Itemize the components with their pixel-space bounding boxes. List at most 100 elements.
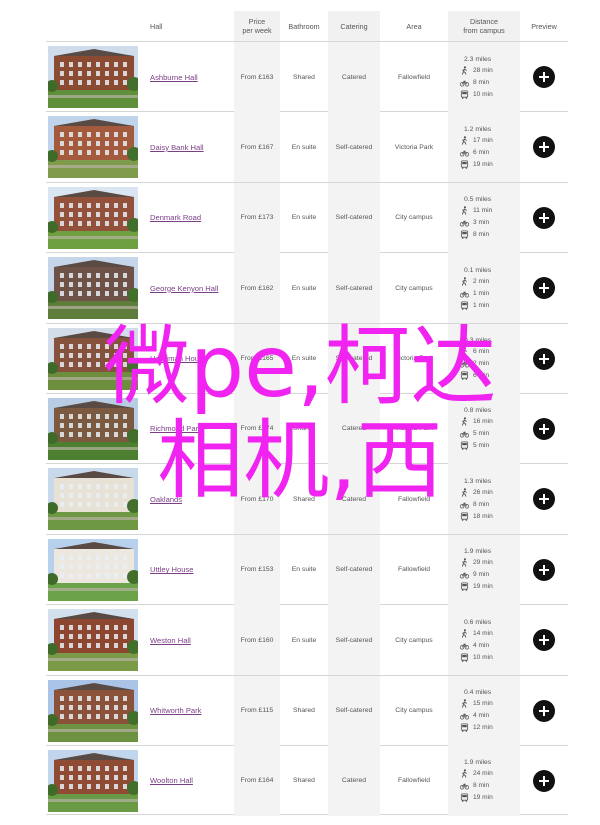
distance-cell: 0.3 miles 6 min 2 min 6 min — [448, 323, 520, 394]
bus-icon — [460, 653, 469, 662]
cycle-time-value: 9 min — [473, 571, 490, 579]
hall-name-link[interactable]: Weston Hall — [150, 636, 191, 645]
preview-plus-button[interactable] — [533, 136, 555, 159]
walk-time-value: 6 min — [473, 348, 490, 356]
area-cell: Fallowfield — [397, 495, 431, 503]
distance-miles: 0.1 miles — [464, 266, 492, 274]
preview-plus-button[interactable] — [533, 488, 555, 511]
price-cell: From £173 — [234, 182, 280, 253]
walk-time-value: 11 min — [473, 207, 493, 215]
walk-time-value: 2 min — [473, 277, 490, 285]
price-cell: From £174 — [234, 393, 280, 464]
distance-miles: 0.6 miles — [464, 618, 492, 626]
walk-time-value: 26 min — [473, 488, 493, 496]
preview-plus-button[interactable] — [533, 629, 555, 652]
area-cell: Fallowfield — [397, 566, 431, 574]
hall-photo-cell — [46, 253, 140, 323]
catering-cell: Self-catered — [328, 675, 380, 746]
bathroom-cell: Shared — [293, 73, 315, 81]
cycle-time-value: 2 min — [473, 360, 490, 368]
hall-name-cell: Daisy Bank Hall — [140, 112, 234, 182]
preview-plus-button[interactable] — [533, 347, 555, 370]
walk-icon — [461, 488, 467, 497]
price-cell: From £164 — [234, 745, 280, 816]
cycle-time: 9 min — [460, 570, 489, 579]
preview-plus-button[interactable] — [533, 206, 555, 229]
preview-plus-button[interactable] — [533, 417, 555, 440]
walk-icon — [461, 699, 467, 708]
walk-time: 11 min — [460, 206, 493, 216]
bicycle-icon — [460, 432, 469, 438]
distance-miles: 0.3 miles — [464, 337, 492, 345]
cycle-time-value: 4 min — [473, 712, 490, 720]
hall-photo — [48, 257, 138, 320]
bicycle-icon — [460, 361, 469, 368]
bus-icon — [460, 160, 469, 169]
cycle-time: 4 min — [460, 711, 489, 720]
walk-icon — [461, 628, 467, 638]
distance-cell: 1.9 miles 24 min 8 min 19 min — [448, 745, 520, 816]
bicycle-icon — [460, 502, 469, 509]
bicycle-icon — [460, 572, 469, 579]
hall-name-cell: Ashburne Hall — [140, 42, 234, 112]
bathroom-cell: Shared — [293, 777, 315, 785]
bicycle-icon — [460, 150, 469, 157]
walk-icon — [461, 65, 467, 75]
cycle-time-value: 8 min — [473, 782, 490, 790]
table-row: Weston Hall From £160 En suite Self-cate… — [46, 604, 568, 676]
hall-name-link[interactable]: Oaklands — [150, 495, 182, 504]
distance-cell: 0.1 miles 2 min 1 min 1 min — [448, 253, 520, 324]
area-cell: City campus — [395, 636, 433, 644]
walk-icon — [461, 276, 467, 286]
hall-name-link[interactable]: Uttley House — [150, 565, 193, 574]
bicycle-icon — [460, 220, 469, 227]
cycle-time: 4 min — [460, 641, 489, 650]
walk-time: 29 min — [460, 558, 493, 567]
bus-time-value: 19 min — [473, 583, 493, 591]
distance-miles: 1.9 miles — [464, 548, 492, 556]
preview-plus-button[interactable] — [533, 769, 555, 792]
hall-photo — [48, 116, 138, 179]
hall-photo — [48, 609, 138, 672]
hall-name-link[interactable]: George Kenyon Hall — [150, 284, 218, 293]
hall-name-link[interactable]: Richmond Park — [150, 424, 202, 433]
header-catering: Catering — [328, 11, 380, 41]
bus-icon — [460, 371, 469, 380]
area-cell: Victoria Park — [394, 425, 434, 433]
table-row: Uttley House From £153 En suite Self-cat… — [46, 533, 568, 605]
hall-photo-cell — [46, 324, 140, 394]
preview-plus-button[interactable] — [533, 66, 555, 88]
cycle-time-value: 6 min — [473, 148, 490, 156]
hall-name-cell: Horniman House — [140, 324, 234, 394]
hall-name-link[interactable]: Denmark Road — [150, 213, 201, 222]
hall-photo — [48, 679, 138, 742]
table-row: Oaklands From £170 Shared Catered Fallow… — [46, 463, 568, 535]
table-row: George Kenyon Hall From £162 En suite Se… — [46, 252, 568, 324]
hall-name-link[interactable]: Woolton Hall — [150, 776, 193, 785]
hall-name-link[interactable]: Whitworth Park — [150, 706, 201, 715]
header-hall: Hall — [150, 21, 163, 31]
hall-name-link[interactable]: Daisy Bank Hall — [150, 143, 204, 152]
preview-cell — [520, 183, 568, 253]
distance-cell: 2.3 miles 28 min 8 min 10 min — [448, 42, 520, 112]
bus-time: 12 min — [460, 723, 493, 732]
bus-time: 8 min — [460, 230, 489, 240]
preview-plus-button[interactable] — [533, 558, 555, 581]
cycle-time: 8 min — [460, 500, 489, 509]
preview-plus-button[interactable] — [533, 277, 555, 300]
price-cell: From £163 — [234, 42, 280, 112]
distance-miles: 1.2 miles — [464, 125, 492, 133]
walk-icon — [461, 769, 467, 779]
walk-icon — [461, 417, 467, 427]
bus-time: 10 min — [460, 653, 493, 662]
hall-name-link[interactable]: Horniman House — [150, 354, 207, 363]
hall-name-link[interactable]: Ashburne Hall — [150, 73, 198, 82]
walk-icon — [461, 558, 467, 567]
preview-cell — [520, 42, 568, 112]
hall-photo-cell — [46, 112, 140, 182]
area-cell: Victoria Park — [394, 143, 434, 151]
walk-time: 14 min — [460, 628, 493, 638]
preview-plus-button[interactable] — [533, 699, 555, 722]
header-bathroom: Bathroom — [288, 21, 320, 31]
walk-time: 16 min — [460, 417, 493, 427]
